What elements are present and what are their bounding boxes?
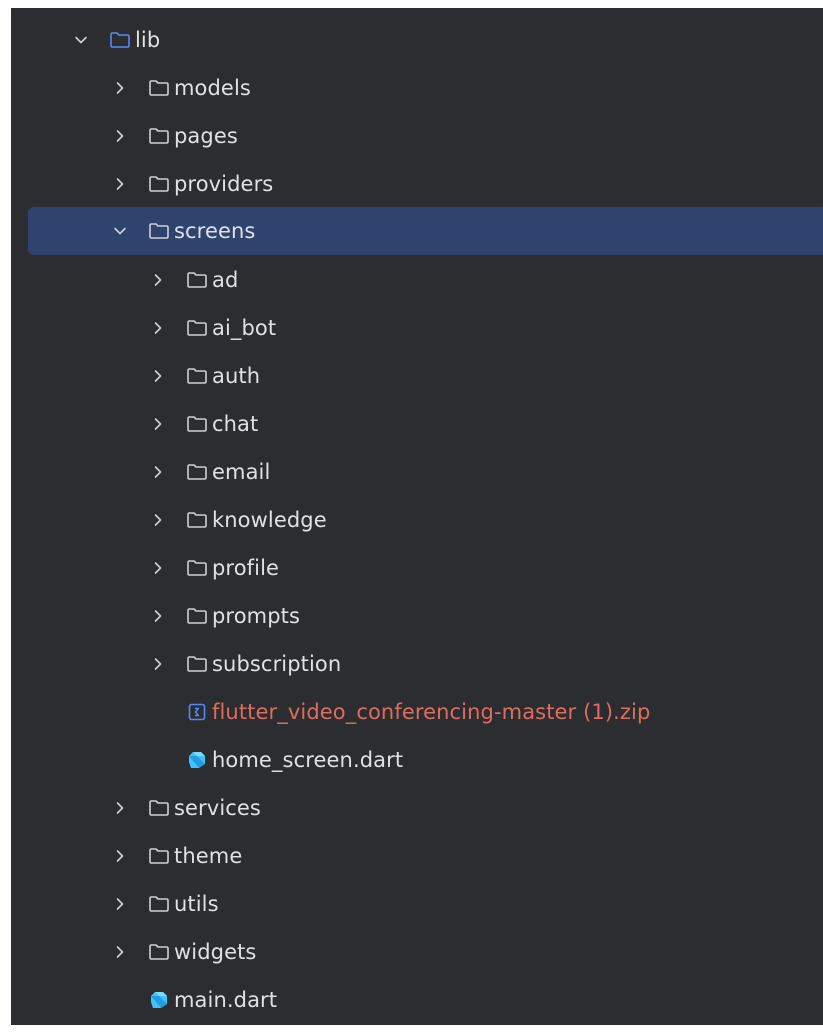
- tree-node-label: widgets: [174, 940, 257, 964]
- tree-node-label: main.dart: [174, 988, 278, 1012]
- tree-node-label: profile: [212, 556, 280, 580]
- folder-icon: [186, 462, 208, 482]
- dart-file-icon: [148, 990, 170, 1010]
- tree-node-label: home_screen.dart: [212, 748, 404, 772]
- project-tree-panel: lib models pages providers screens ad ai…: [11, 8, 823, 1025]
- tree-node-theme[interactable]: theme: [11, 832, 242, 880]
- tree-node-label: models: [174, 76, 251, 100]
- folder-icon: [148, 942, 170, 962]
- chevron-right-icon[interactable]: [112, 176, 128, 192]
- tree-node-label: knowledge: [212, 508, 327, 532]
- tree-node-label: pages: [174, 124, 238, 148]
- chevron-down-icon[interactable]: [73, 32, 89, 48]
- tree-node-zip-file[interactable]: flutter_video_conferencing-master (1).zi…: [11, 688, 650, 736]
- tree-node-ai-bot[interactable]: ai_bot: [11, 304, 276, 352]
- tree-node-main-dart[interactable]: main.dart: [11, 976, 277, 1024]
- tree-node-home-screen-dart[interactable]: home_screen.dart: [11, 736, 403, 784]
- folder-icon: [186, 414, 208, 434]
- folder-icon: [186, 558, 208, 578]
- folder-icon: [186, 318, 208, 338]
- tree-node-screens[interactable]: screens: [28, 207, 823, 255]
- tree-node-providers[interactable]: providers: [11, 160, 273, 208]
- tree-node-label: prompts: [212, 604, 301, 628]
- tree-node-label: ai_bot: [212, 316, 277, 340]
- tree-node-label: providers: [174, 172, 274, 196]
- folder-icon: [186, 366, 208, 386]
- tree-node-ad[interactable]: ad: [11, 256, 238, 304]
- chevron-right-icon[interactable]: [112, 800, 128, 816]
- folder-icon: [148, 798, 170, 818]
- chevron-right-icon[interactable]: [150, 512, 166, 528]
- tree-node-lib[interactable]: lib: [11, 16, 160, 64]
- chevron-right-icon[interactable]: [112, 896, 128, 912]
- folder-icon: [186, 606, 208, 626]
- chevron-right-icon[interactable]: [112, 944, 128, 960]
- tree-node-label: services: [174, 796, 261, 820]
- folder-icon: [186, 654, 208, 674]
- chevron-right-icon[interactable]: [150, 464, 166, 480]
- archive-icon: [186, 702, 208, 722]
- tree-node-label: utils: [174, 892, 219, 916]
- tree-node-label: email: [212, 460, 271, 484]
- folder-icon: [148, 221, 170, 241]
- tree-node-pages[interactable]: pages: [11, 112, 238, 160]
- tree-node-subscription[interactable]: subscription: [11, 640, 341, 688]
- tree-node-label: chat: [212, 412, 259, 436]
- folder-icon: [186, 510, 208, 530]
- folder-icon: [148, 126, 170, 146]
- tree-node-label: lib: [135, 28, 161, 52]
- tree-node-label: auth: [212, 364, 261, 388]
- chevron-right-icon[interactable]: [150, 272, 166, 288]
- chevron-down-icon[interactable]: [112, 223, 128, 239]
- chevron-right-icon[interactable]: [150, 320, 166, 336]
- module-folder-icon: [109, 30, 131, 50]
- folder-icon: [148, 174, 170, 194]
- chevron-right-icon[interactable]: [112, 80, 128, 96]
- tree-node-profile[interactable]: profile: [11, 544, 279, 592]
- tree-node-email[interactable]: email: [11, 448, 270, 496]
- chevron-right-icon[interactable]: [150, 560, 166, 576]
- chevron-right-icon[interactable]: [150, 416, 166, 432]
- folder-icon: [148, 846, 170, 866]
- tree-node-prompts[interactable]: prompts: [11, 592, 300, 640]
- tree-node-label: flutter_video_conferencing-master (1).zi…: [212, 700, 651, 724]
- chevron-right-icon[interactable]: [150, 608, 166, 624]
- tree-node-chat[interactable]: chat: [11, 400, 258, 448]
- tree-node-knowledge[interactable]: knowledge: [11, 496, 327, 544]
- tree-node-auth[interactable]: auth: [11, 352, 260, 400]
- chevron-right-icon[interactable]: [150, 368, 166, 384]
- folder-icon: [148, 78, 170, 98]
- tree-node-label: theme: [174, 844, 243, 868]
- chevron-right-icon[interactable]: [112, 848, 128, 864]
- chevron-right-icon[interactable]: [112, 128, 128, 144]
- dart-file-icon: [186, 750, 208, 770]
- tree-node-label: ad: [212, 268, 239, 292]
- chevron-right-icon[interactable]: [150, 656, 166, 672]
- tree-node-label: subscription: [212, 652, 342, 676]
- folder-icon: [148, 894, 170, 914]
- tree-node-widgets[interactable]: widgets: [11, 928, 256, 976]
- tree-node-utils[interactable]: utils: [11, 880, 219, 928]
- tree-node-label: screens: [174, 219, 256, 243]
- folder-icon: [186, 270, 208, 290]
- tree-node-models[interactable]: models: [11, 64, 251, 112]
- tree-node-services[interactable]: services: [11, 784, 261, 832]
